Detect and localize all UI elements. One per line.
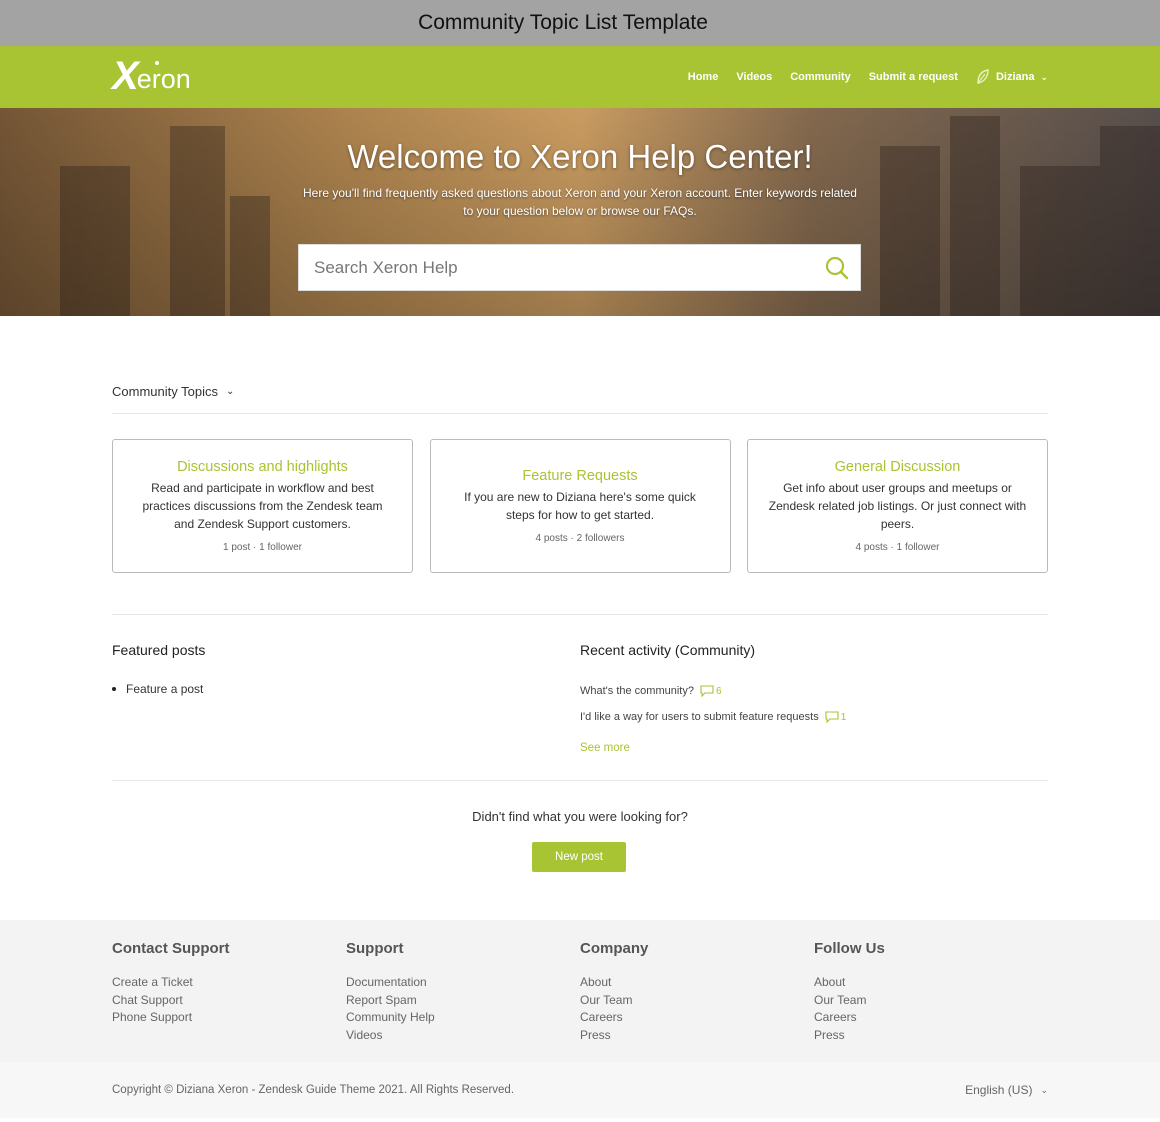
comment-icon [700, 685, 714, 697]
nav-submit-request-link[interactable]: Submit a request [869, 71, 958, 83]
topic-card-title[interactable]: Discussions and highlights [177, 459, 348, 475]
featured-posts-list: Feature a post [112, 682, 203, 696]
cta-text: Didn't find what you were looking for? [472, 809, 688, 824]
footer-column-follow-us: Follow Us About Our Team Careers Press [814, 940, 885, 1044]
footer-column-contact-support: Contact Support Create a Ticket Chat Sup… [112, 940, 230, 1027]
search-input[interactable] [299, 245, 814, 290]
topic-card-description: Get info about user groups and meetups o… [768, 481, 1027, 531]
language-selector[interactable]: English (US) ⌄ [965, 1083, 1048, 1097]
xeron-logo[interactable]: X eron [112, 56, 191, 96]
footer-link[interactable]: About [580, 974, 648, 992]
footer-link[interactable]: Press [580, 1027, 648, 1045]
chevron-down-icon: ⌄ [1040, 1084, 1048, 1095]
chevron-down-icon: ⌄ [225, 386, 235, 397]
topic-cards: Discussions and highlights Read and part… [112, 439, 1048, 573]
recent-activity-title: Recent activity (Community) [580, 642, 756, 658]
footer-link[interactable]: Create a Ticket [112, 974, 230, 992]
footer-link[interactable]: Our Team [814, 992, 885, 1010]
community-topics-dropdown[interactable]: Community Topics ⌄ [112, 384, 234, 399]
footer-link[interactable]: Phone Support [112, 1009, 230, 1027]
topic-card-title[interactable]: General Discussion [835, 459, 961, 475]
topic-card-description: Read and participate in workflow and bes… [142, 481, 383, 531]
topic-card-description: If you are new to Diziana here's some qu… [464, 490, 696, 522]
footer-link[interactable]: Chat Support [112, 992, 230, 1010]
chevron-down-icon: ⌄ [1040, 71, 1048, 82]
nav-home-link[interactable]: Home [688, 71, 719, 83]
copyright-text: Copyright © Diziana Xeron - Zendesk Guid… [112, 1084, 515, 1096]
footer-link[interactable]: Community Help [346, 1009, 435, 1027]
list-item[interactable]: What's the community? 6 [580, 678, 846, 704]
bottom-bar: Copyright © Diziana Xeron - Zendesk Guid… [0, 1062, 1160, 1118]
nav-videos-link[interactable]: Videos [736, 71, 772, 83]
user-name: Diziana [995, 71, 1035, 83]
nav-links: Home Videos Community Submit a request D… [670, 46, 1048, 108]
language-label: English (US) [965, 1083, 1033, 1097]
footer-column-title: Follow Us [814, 940, 885, 957]
list-item[interactable]: Feature a post [112, 682, 203, 696]
topic-card[interactable]: Discussions and highlights Read and part… [112, 439, 413, 573]
topic-card-meta: 4 posts · 1 follower [855, 542, 940, 553]
footer-link[interactable]: Our Team [580, 992, 648, 1010]
footer: Contact Support Create a Ticket Chat Sup… [0, 920, 1160, 1062]
comment-count: 6 [700, 685, 722, 697]
divider [112, 780, 1048, 781]
footer-column-support: Support Documentation Report Spam Commun… [346, 940, 435, 1044]
topic-card-meta: 4 posts · 2 followers [535, 533, 625, 544]
comment-count: 1 [825, 711, 846, 723]
hero-subtitle: Here you'll find frequently asked questi… [303, 186, 857, 218]
footer-link[interactable]: Careers [814, 1009, 885, 1027]
leaf-icon [977, 69, 989, 84]
topic-card[interactable]: General Discussion Get info about user g… [747, 439, 1048, 573]
community-topics-label: Community Topics [112, 384, 218, 399]
activity-link[interactable]: What's the community? [580, 685, 694, 697]
footer-link[interactable]: Documentation [346, 974, 435, 992]
recent-activity-list: What's the community? 6 I'd like a way f… [580, 678, 846, 730]
footer-link[interactable]: About [814, 974, 885, 992]
list-item[interactable]: I'd like a way for users to submit featu… [580, 704, 846, 730]
footer-link[interactable]: Videos [346, 1027, 435, 1045]
footer-link[interactable]: Careers [580, 1009, 648, 1027]
hero-title: Welcome to Xeron Help Center! [347, 138, 813, 175]
nav-community-link[interactable]: Community [790, 71, 851, 83]
divider [112, 614, 1048, 615]
footer-link[interactable]: Report Spam [346, 992, 435, 1010]
template-label-bar: Community Topic List Template [0, 0, 1160, 46]
top-navigation: X eron Home Videos Community Submit a re… [0, 46, 1160, 108]
user-menu[interactable]: Diziana ⌄ [976, 69, 1048, 85]
divider [112, 413, 1048, 414]
footer-link[interactable]: Press [814, 1027, 885, 1045]
see-more-link[interactable]: See more [580, 742, 630, 754]
hero-banner: Welcome to Xeron Help Center! Here you'l… [0, 108, 1160, 316]
footer-column-company: Company About Our Team Careers Press [580, 940, 648, 1044]
footer-column-title: Support [346, 940, 404, 957]
comment-icon [825, 711, 839, 723]
footer-column-title: Contact Support [112, 940, 230, 957]
new-post-button[interactable]: New post [532, 842, 626, 872]
topic-card-meta: 1 post · 1 follower [223, 542, 302, 553]
featured-posts-title: Featured posts [112, 642, 206, 658]
activity-link[interactable]: I'd like a way for users to submit featu… [580, 711, 819, 723]
search-box [298, 244, 861, 291]
footer-column-title: Company [580, 940, 649, 957]
template-label: Community Topic List Template [418, 11, 708, 34]
topic-card[interactable]: Feature Requests If you are new to Dizia… [429, 439, 731, 573]
search-button[interactable] [814, 256, 860, 280]
topic-card-title[interactable]: Feature Requests [522, 468, 637, 484]
search-icon [825, 256, 849, 279]
